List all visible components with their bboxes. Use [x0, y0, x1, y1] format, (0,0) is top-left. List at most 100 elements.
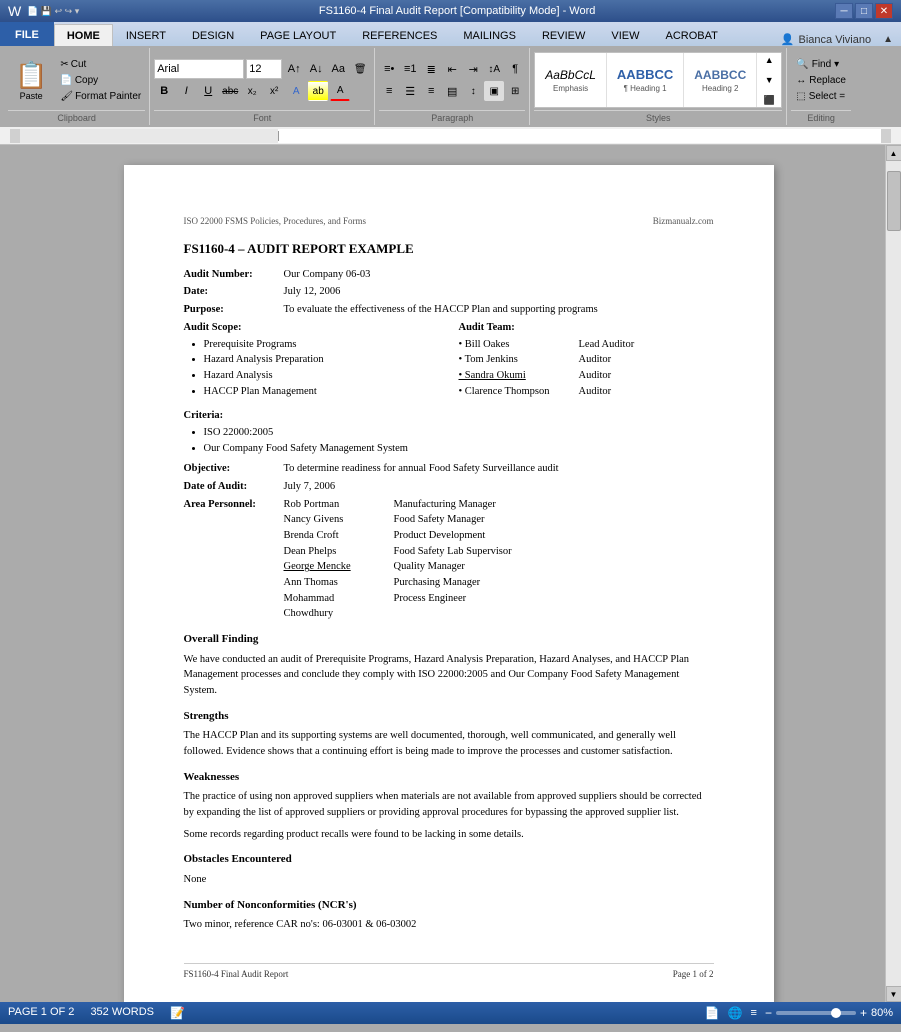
- styles-scroll-up[interactable]: ▲: [759, 52, 779, 70]
- superscript-button[interactable]: x²: [264, 81, 284, 101]
- tab-page-layout[interactable]: PAGE LAYOUT: [247, 24, 349, 46]
- bold-button[interactable]: B: [154, 81, 174, 101]
- cut-label: Cut: [71, 59, 87, 70]
- view-outline-icon[interactable]: ≡: [751, 1007, 757, 1019]
- underline-button[interactable]: U: [198, 81, 218, 101]
- close-button[interactable]: ✕: [875, 3, 893, 19]
- cut-button[interactable]: ✂ Cut: [56, 57, 145, 72]
- zoom-percent: 80%: [871, 1007, 893, 1019]
- scroll-track[interactable]: [886, 161, 901, 986]
- list-item: HACCP Plan Management: [204, 385, 439, 400]
- view-web-icon[interactable]: 🌐: [728, 1006, 743, 1020]
- purpose-label: Purpose:: [184, 303, 284, 318]
- bullets-button[interactable]: ≡•: [379, 59, 399, 79]
- ribbon-content: 📋 Paste ✂ Cut 📄 Copy 🖌 Format Painter Cl…: [0, 46, 901, 127]
- font-name-input[interactable]: [154, 59, 244, 79]
- replace-label: Replace: [809, 75, 846, 86]
- borders-button[interactable]: ⊞: [505, 81, 525, 101]
- clear-formatting-button[interactable]: 🗑: [350, 59, 370, 79]
- zoom-slider[interactable]: [776, 1011, 856, 1015]
- replace-button[interactable]: ↔ Replace: [791, 73, 851, 88]
- multilevel-button[interactable]: ≣: [421, 59, 441, 79]
- increase-indent-button[interactable]: ⇥: [463, 59, 483, 79]
- tab-view[interactable]: VIEW: [598, 24, 652, 46]
- format-painter-button[interactable]: 🖌 Format Painter: [56, 89, 145, 104]
- format-painter-label: Format Painter: [75, 91, 141, 102]
- align-center-button[interactable]: ☰: [400, 81, 420, 101]
- styles-expand[interactable]: ⬛: [759, 90, 779, 108]
- text-effects-button[interactable]: A: [286, 81, 306, 101]
- cut-icon: ✂: [60, 59, 68, 70]
- zoom-in-button[interactable]: +: [860, 1006, 867, 1020]
- justify-button[interactable]: ▤: [442, 81, 462, 101]
- team-member-row: • Sandra Okumi Auditor: [459, 369, 714, 384]
- subscript-button[interactable]: x₂: [242, 81, 262, 101]
- text-highlight-button[interactable]: ab: [308, 81, 328, 101]
- scroll-thumb[interactable]: [887, 171, 901, 231]
- weaknesses-text1: The practice of using non approved suppl…: [184, 789, 714, 821]
- italic-button[interactable]: I: [176, 81, 196, 101]
- replace-icon: ↔: [796, 75, 806, 86]
- minimize-button[interactable]: ─: [835, 3, 853, 19]
- tab-design[interactable]: DESIGN: [179, 24, 247, 46]
- change-case-button[interactable]: Aa: [328, 59, 348, 79]
- scroll-up-button[interactable]: ▲: [886, 145, 901, 161]
- font-color-button[interactable]: A: [330, 81, 350, 101]
- document-container[interactable]: ISO 22000 FSMS Policies, Procedures, and…: [12, 145, 885, 1002]
- audit-scope-col: Audit Scope: Prerequisite Programs Hazar…: [184, 321, 439, 403]
- find-button[interactable]: 🔍 Find ▾: [791, 57, 851, 72]
- align-left-button[interactable]: ≡: [379, 81, 399, 101]
- show-hide-button[interactable]: ¶: [505, 59, 525, 79]
- styles-scroll-down[interactable]: ▼: [759, 70, 779, 90]
- align-right-button[interactable]: ≡: [421, 81, 441, 101]
- sort-button[interactable]: ↕A: [484, 59, 504, 79]
- team-member-row: • Tom Jenkins Auditor: [459, 353, 714, 368]
- style-heading2[interactable]: AABBCC Heading 2: [684, 52, 757, 108]
- zoom-out-button[interactable]: −: [765, 1006, 772, 1020]
- strikethrough-button[interactable]: abc: [220, 81, 240, 101]
- user-icon: 👤: [781, 33, 795, 46]
- select-button[interactable]: ⬚ Select =: [791, 89, 851, 104]
- date-value: July 12, 2006: [284, 285, 714, 300]
- app-icon: W: [8, 3, 21, 19]
- tab-insert[interactable]: INSERT: [113, 24, 179, 46]
- tab-mailings[interactable]: MAILINGS: [450, 24, 529, 46]
- person-row: Brenda Croft Product Development: [284, 529, 512, 544]
- select-label: Select =: [809, 91, 845, 102]
- maximize-button[interactable]: □: [855, 3, 873, 19]
- tab-file[interactable]: FILE: [0, 22, 54, 46]
- view-print-icon[interactable]: 📄: [705, 1006, 720, 1020]
- date-of-audit-label: Date of Audit:: [184, 480, 284, 495]
- ribbon-collapse-icon[interactable]: ▲: [883, 34, 893, 45]
- list-item: ISO 22000:2005: [204, 426, 714, 441]
- audit-scope-list: Prerequisite Programs Hazard Analysis Pr…: [184, 338, 439, 400]
- line-spacing-button[interactable]: ↕: [463, 81, 483, 101]
- audit-number-label: Audit Number:: [184, 268, 284, 283]
- font-size-input[interactable]: [246, 59, 282, 79]
- style-emphasis[interactable]: AaBbCcL Emphasis: [535, 52, 607, 108]
- document-page[interactable]: ISO 22000 FSMS Policies, Procedures, and…: [124, 165, 774, 1002]
- overall-finding-text: We have conducted an audit of Prerequisi…: [184, 652, 714, 699]
- numbering-button[interactable]: ≡1: [400, 59, 420, 79]
- font-shrink-button[interactable]: A↓: [306, 59, 326, 79]
- objective-row: Objective: To determine readiness for an…: [184, 462, 714, 477]
- date-of-audit-value: July 7, 2006: [284, 480, 714, 495]
- tab-acrobat[interactable]: ACROBAT: [652, 24, 730, 46]
- shading-button[interactable]: ▣: [484, 81, 504, 101]
- tab-home[interactable]: HOME: [54, 24, 113, 46]
- tab-references[interactable]: REFERENCES: [349, 24, 450, 46]
- font-grow-button[interactable]: A↑: [284, 59, 304, 79]
- audit-team-label: Audit Team:: [459, 321, 714, 336]
- tab-review[interactable]: REVIEW: [529, 24, 598, 46]
- obstacles-text: None: [184, 872, 714, 888]
- style-heading1[interactable]: AABBCC ¶ Heading 1: [607, 52, 684, 108]
- paste-button[interactable]: 📋 Paste: [8, 57, 54, 104]
- window-title: FS1160-4 Final Audit Report [Compatibili…: [319, 5, 596, 17]
- copy-button[interactable]: 📄 Copy: [56, 73, 145, 88]
- purpose-value: To evaluate the effectiveness of the HAC…: [284, 303, 714, 318]
- criteria-section: Criteria: ISO 22000:2005 Our Company Foo…: [184, 409, 714, 456]
- scroll-down-button[interactable]: ▼: [886, 986, 901, 1002]
- person-row: George Mencke Quality Manager: [284, 560, 512, 575]
- decrease-indent-button[interactable]: ⇤: [442, 59, 462, 79]
- ruler: 1 2 3 4 5: [0, 127, 901, 145]
